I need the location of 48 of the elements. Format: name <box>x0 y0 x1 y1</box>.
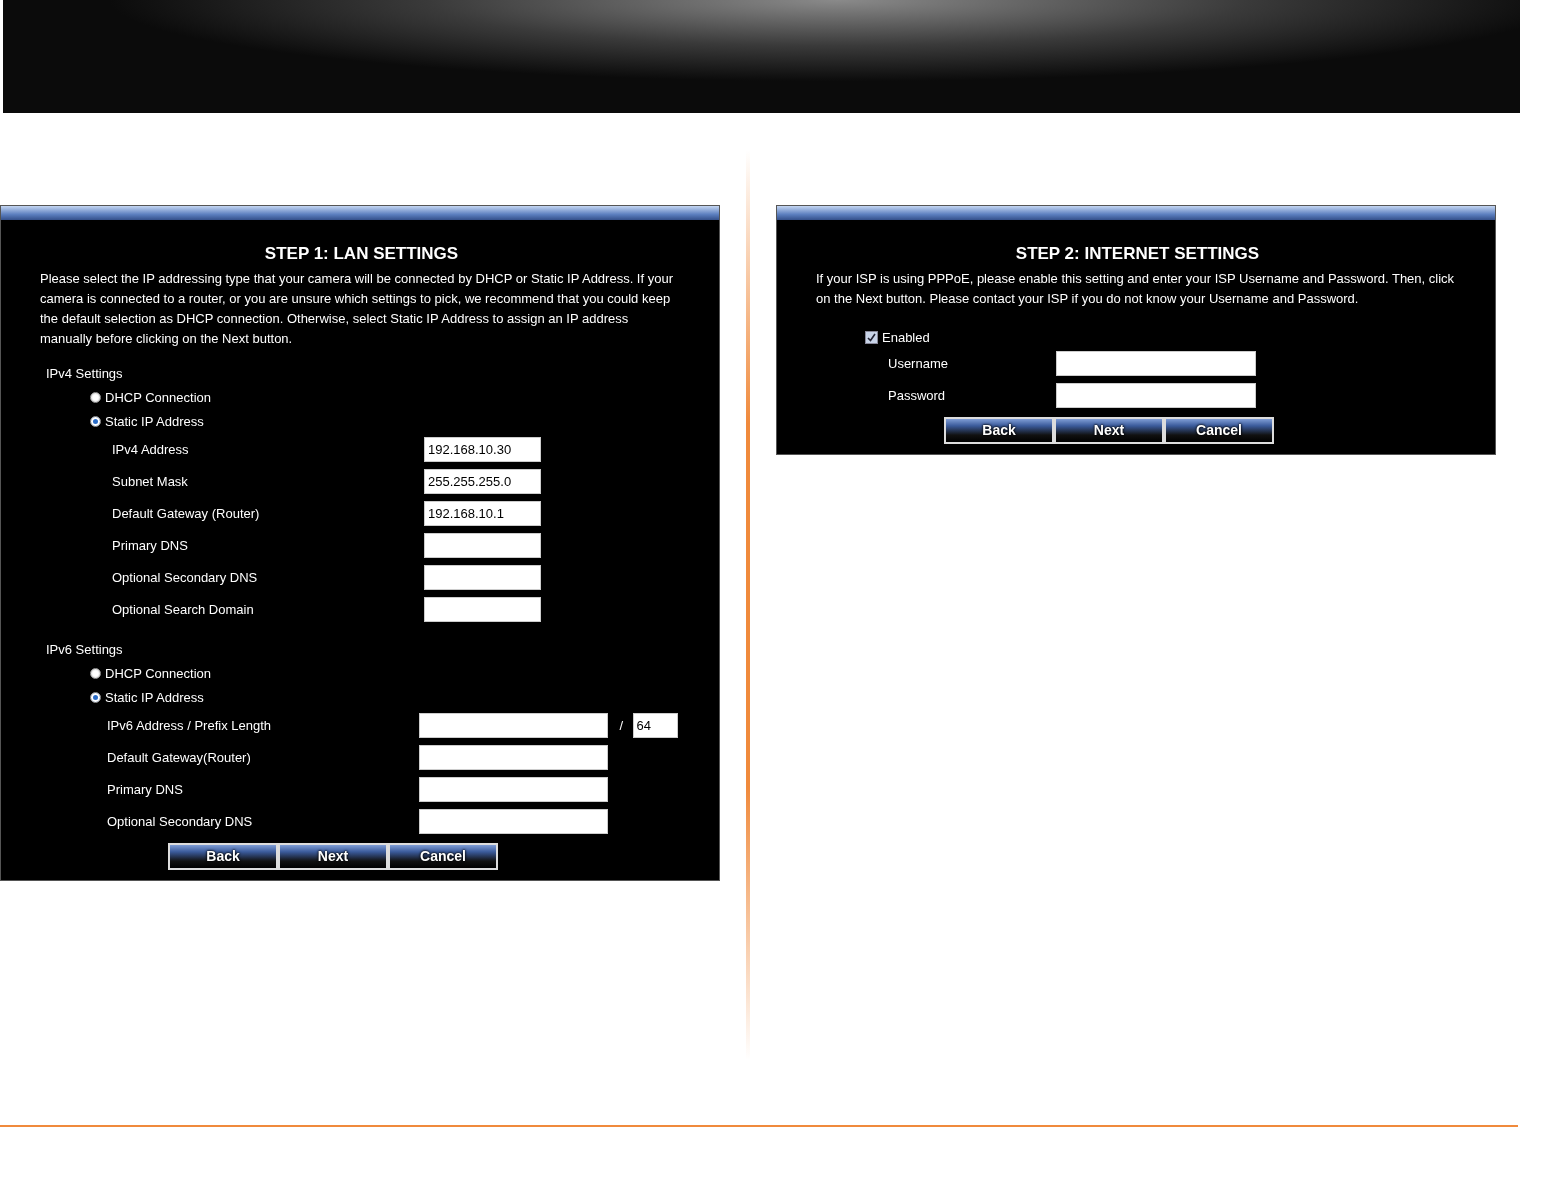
field-label: Password <box>888 387 947 403</box>
option-label: DHCP Connection <box>105 665 211 681</box>
checkbox-label: Enabled <box>882 329 930 345</box>
field-label: IPv6 Address / Prefix Length <box>107 717 273 733</box>
prefix-field[interactable]: 64 <box>632 712 678 738</box>
input-field[interactable] <box>424 532 541 558</box>
checkbox[interactable] <box>865 330 878 344</box>
wizard-button[interactable]: Next <box>1054 417 1164 444</box>
field-label: Optional Secondary DNS <box>112 569 259 585</box>
option-label: Static IP Address <box>105 689 204 705</box>
panel-title: STEP 2: INTERNET SETTINGS <box>1014 244 1261 264</box>
field-label: Subnet Mask <box>112 473 189 489</box>
input-field[interactable] <box>1056 350 1256 376</box>
input-field[interactable] <box>419 712 608 738</box>
option-label: Static IP Address <box>105 413 204 429</box>
wizard-button[interactable]: Cancel <box>388 843 498 870</box>
wizard-button[interactable]: Back <box>168 843 278 870</box>
input-field[interactable] <box>424 596 541 622</box>
section-heading: IPv6 Settings <box>46 641 124 659</box>
input-field[interactable] <box>1056 382 1256 408</box>
input-field[interactable] <box>419 776 608 802</box>
option-label: DHCP Connection <box>105 389 211 405</box>
input-field[interactable] <box>419 808 608 834</box>
radio-button[interactable] <box>90 391 101 403</box>
wizard-button[interactable]: Cancel <box>1164 417 1274 444</box>
field-label: IPv4 Address <box>112 441 190 457</box>
input-field[interactable]: 255.255.255.0 <box>424 468 541 494</box>
radio-button[interactable] <box>90 415 101 427</box>
section-heading: IPv4 Settings <box>46 365 124 383</box>
field-label: Optional Search Domain <box>112 601 255 617</box>
field-label: Primary DNS <box>107 781 184 797</box>
description-text: If your ISP is using PPPoE, please enable this setting and enter your ISP Username and Password. Then, click on the Next button. Please contact your ISP if you do not know your Username and Password. <box>816 270 1456 308</box>
panel-title: STEP 1: LAN SETTINGS <box>263 244 460 264</box>
wizard-button[interactable]: Next <box>278 843 388 870</box>
field-label: Optional Secondary DNS <box>107 813 254 829</box>
separator-text: / <box>619 717 625 733</box>
field-label: Primary DNS <box>112 537 189 553</box>
input-field[interactable]: 192.168.10.30 <box>424 436 541 462</box>
wizard-button[interactable]: Back <box>944 417 1054 444</box>
input-field[interactable] <box>424 564 541 590</box>
radio-button[interactable] <box>90 667 101 679</box>
description-text: Please select the IP addressing type that your camera will be connected by DHCP or Static IP Address. If your camera is connected to a router, or you are unsure which settings to pick, we recommend that you could keep the default selection as DHCP connection. Otherwise, select Static IP Address to assign an IP address manually before clicking on the Next button. <box>40 270 674 348</box>
field-label: Username <box>888 355 949 371</box>
field-label: Default Gateway(Router) <box>107 749 252 765</box>
input-field[interactable]: 192.168.10.1 <box>424 500 541 526</box>
radio-button[interactable] <box>90 691 101 703</box>
input-field[interactable] <box>419 744 608 770</box>
field-label: Default Gateway (Router) <box>112 505 261 521</box>
